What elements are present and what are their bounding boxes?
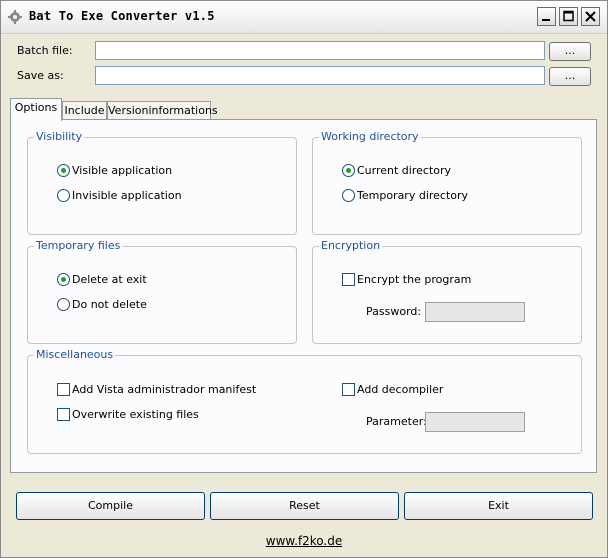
reset-button[interactable]: Reset (210, 492, 399, 520)
temporary-directory-label: Temporary directory (357, 189, 469, 202)
encryption-group-title: Encryption (319, 239, 383, 252)
encryption-group: Encryption (312, 239, 582, 344)
compile-button[interactable]: Compile (16, 492, 205, 520)
close-icon (585, 11, 596, 22)
invisible-application-radio[interactable] (57, 189, 70, 202)
tab-include[interactable]: Include (62, 101, 107, 121)
parameter-label: Parameter: (366, 415, 427, 428)
title-bar[interactable]: Bat To Exe Converter v1.5 (1, 1, 607, 34)
window-title: Bat To Exe Converter v1.5 (29, 9, 215, 23)
miscellaneous-group-title: Miscellaneous (34, 348, 116, 361)
minimize-button[interactable] (537, 7, 556, 26)
working-directory-group-title: Working directory (319, 130, 421, 143)
save-as-input[interactable] (95, 66, 545, 85)
tab-options[interactable]: Options (10, 98, 62, 121)
delete-at-exit-label: Delete at exit (72, 273, 147, 286)
exit-button[interactable]: Exit (404, 492, 593, 520)
working-directory-group: Working directory (312, 130, 582, 235)
tab-versioninformations[interactable]: Versioninformations (107, 101, 218, 121)
gear-icon (7, 9, 23, 25)
visible-application-radio[interactable] (57, 164, 70, 177)
maximize-icon (563, 10, 574, 22)
vista-manifest-checkbox[interactable] (57, 383, 70, 396)
visible-application-label: Visible application (72, 164, 173, 177)
add-decompiler-label: Add decompiler (357, 383, 444, 396)
temporary-directory-radio[interactable] (342, 189, 355, 202)
miscellaneous-group: Miscellaneous (27, 348, 582, 454)
overwrite-files-label: Overwrite existing files (72, 408, 199, 421)
batch-file-input[interactable] (95, 41, 545, 60)
current-directory-label: Current directory (357, 164, 452, 177)
temporary-files-group-title: Temporary files (34, 239, 123, 252)
parameter-field[interactable] (425, 412, 525, 432)
visibility-group-title: Visibility (34, 130, 85, 143)
temporary-files-group: Temporary files (27, 239, 297, 344)
do-not-delete-radio[interactable] (57, 298, 70, 311)
current-directory-radio[interactable] (342, 164, 355, 177)
add-decompiler-checkbox[interactable] (342, 383, 355, 396)
maximize-button[interactable] (559, 7, 578, 26)
close-button[interactable] (581, 7, 600, 26)
overwrite-files-checkbox[interactable] (57, 408, 70, 421)
save-as-label: Save as: (17, 69, 64, 82)
delete-at-exit-radio[interactable] (57, 273, 70, 286)
batch-file-browse-button[interactable]: ... (549, 42, 591, 61)
invisible-application-label: Invisible application (72, 189, 182, 202)
vista-manifest-label: Add Vista administrador manifest (72, 383, 257, 396)
encrypt-program-checkbox[interactable] (342, 273, 355, 286)
website-link[interactable]: www.f2ko.de (1, 534, 607, 548)
save-as-browse-button[interactable]: ... (549, 67, 591, 86)
do-not-delete-label: Do not delete (72, 298, 147, 311)
minimize-icon (542, 19, 550, 21)
encrypt-program-label: Encrypt the program (357, 273, 472, 286)
app-window: Bat To Exe Converter v1.5 Batch file: ..… (0, 0, 608, 558)
password-field[interactable] (425, 302, 525, 322)
password-label: Password: (366, 305, 422, 318)
visibility-group: Visibility (27, 130, 297, 235)
batch-file-label: Batch file: (17, 44, 73, 57)
